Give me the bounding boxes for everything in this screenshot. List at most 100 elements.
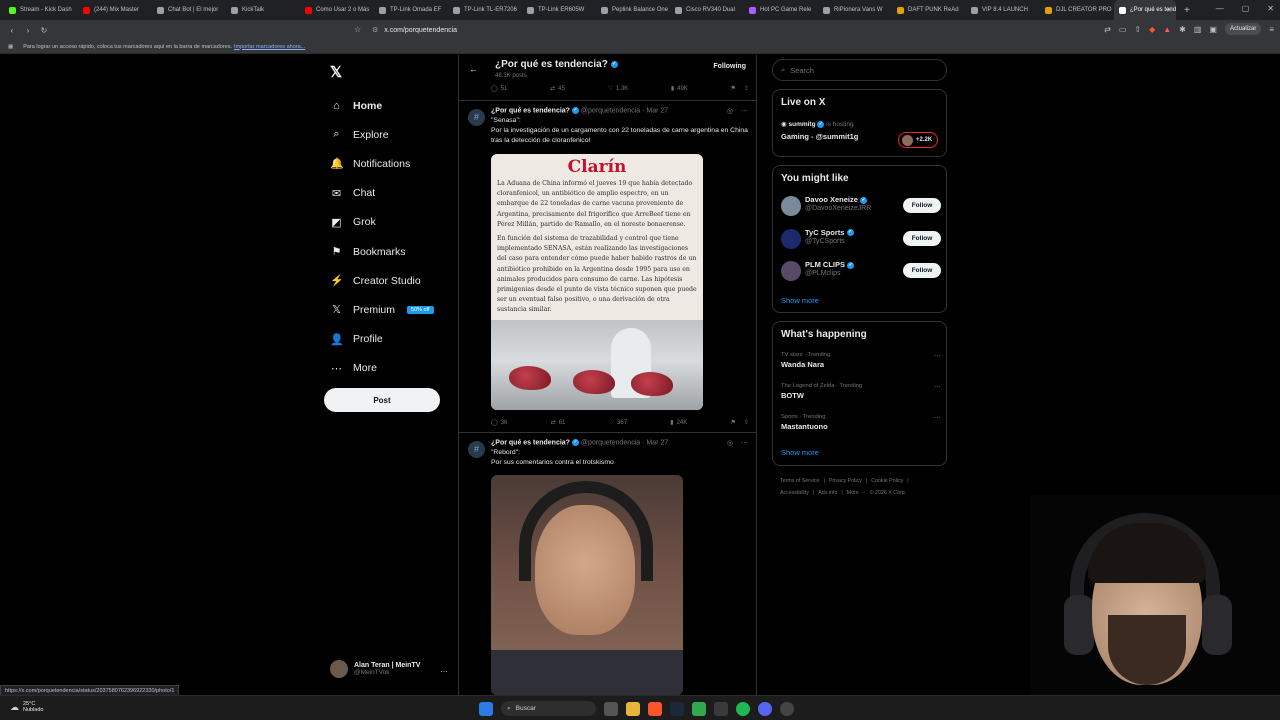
- bookmark-icon[interactable]: ⚑: [731, 85, 736, 92]
- sidebar-icon[interactable]: ▥: [1194, 25, 1202, 34]
- trend-item[interactable]: TV stars · Trending Wanda Nara ⋯: [781, 352, 941, 369]
- tweet-video[interactable]: [491, 475, 683, 695]
- browser-tab[interactable]: Stream - Kick Dash: [4, 0, 78, 20]
- file-explorer-icon[interactable]: [626, 701, 640, 716]
- browser-tab[interactable]: Cisco RV340 Dual: [670, 0, 744, 20]
- sheets-icon[interactable]: [692, 701, 706, 716]
- extensions-icon[interactable]: ✱: [1179, 25, 1186, 34]
- more-icon[interactable]: …: [440, 665, 448, 674]
- nav-item-explore[interactable]: ⌕ Explore: [330, 120, 434, 149]
- screen-icon[interactable]: ▭: [1119, 25, 1127, 34]
- tweet[interactable]: # ¿Por qué es tendencia? ✓ @porquetenden…: [459, 100, 756, 432]
- reload-icon[interactable]: ↻: [40, 26, 48, 35]
- footer-link[interactable]: © 2026 X Corp.: [870, 490, 907, 496]
- url-field[interactable]: ⚙ x.com/porquetendencia: [372, 24, 912, 36]
- update-button[interactable]: Actualizar: [1224, 23, 1262, 35]
- site-info-icon[interactable]: ⚙: [372, 26, 378, 34]
- browser-tab[interactable]: Hot PC Game Rele: [744, 0, 818, 20]
- nav-item-more[interactable]: ⋯ More: [330, 354, 434, 383]
- browser-tab[interactable]: DJL CREATOR PRO: [1040, 0, 1114, 20]
- close-tab-icon[interactable]: ✕: [1166, 6, 1172, 14]
- nav-item-home[interactable]: ⌂ Home: [330, 91, 434, 120]
- footer-link[interactable]: Accessibility: [780, 490, 809, 496]
- account-switcher[interactable]: Alan Teran | MeinTV @MeinTVok …: [330, 660, 450, 678]
- trend-item[interactable]: The Legend of Zelda · Trending BOTW ⋯: [781, 383, 941, 400]
- search-input[interactable]: ⌕ Search: [772, 59, 947, 81]
- repost-button[interactable]: ⇄ 45: [550, 85, 565, 93]
- browser-tab[interactable]: RiPionera Vans W: [818, 0, 892, 20]
- trend-item[interactable]: Sports · Trending Mastantuono ⋯: [781, 414, 941, 431]
- live-host[interactable]: ◉ summitg ✓ is hosting: [781, 120, 854, 128]
- forward-icon[interactable]: ›: [24, 26, 32, 35]
- tweet-image[interactable]: Clarín La Aduana de China informó el jue…: [491, 154, 703, 410]
- steam-icon[interactable]: [670, 701, 684, 716]
- suggested-user[interactable]: TyC Sports ✓ @TyCSports Follow: [781, 227, 941, 251]
- wallet-icon[interactable]: ▣: [1209, 25, 1217, 34]
- reply-button[interactable]: ◯ 36: [491, 419, 507, 427]
- brave-browser-icon[interactable]: [648, 701, 662, 716]
- translate-icon[interactable]: ⇄: [1104, 25, 1111, 34]
- weather-widget[interactable]: ☁ 25°C Nublado: [10, 701, 44, 713]
- new-tab-button[interactable]: +: [1184, 5, 1190, 16]
- bookmark-star-icon[interactable]: ☆: [354, 25, 361, 34]
- tweet-more-icon[interactable]: ⋯: [741, 439, 748, 447]
- post-button[interactable]: Post: [324, 388, 440, 412]
- windows-start-icon[interactable]: [479, 701, 493, 716]
- author-name[interactable]: ¿Por qué es tendencia?: [491, 107, 570, 114]
- maximize-button[interactable]: ▢: [1242, 4, 1250, 13]
- nav-item-bookmarks[interactable]: ⚑ Bookmarks: [330, 237, 434, 266]
- obs-icon[interactable]: [780, 701, 794, 716]
- trend-more-icon[interactable]: ⋯: [934, 352, 941, 360]
- suggested-user[interactable]: Davoo Xeneize ✓ @DavooXeneizeJRR Follow: [781, 194, 941, 218]
- following-button[interactable]: Following: [713, 63, 746, 70]
- footer-link[interactable]: More ···: [847, 490, 866, 496]
- footer-link[interactable]: Terms of Service: [780, 478, 819, 484]
- browser-tab[interactable]: Peplink Balance One: [596, 0, 670, 20]
- back-arrow-icon[interactable]: ←: [469, 64, 478, 74]
- browser-tab[interactable]: (244) Mix Master: [78, 0, 152, 20]
- nav-item-creator-studio[interactable]: ⚡ Creator Studio: [330, 266, 434, 295]
- views-button[interactable]: ▮ 24K: [670, 419, 687, 427]
- browser-tab[interactable]: ¿Por qué es tend ✕: [1114, 0, 1176, 20]
- taskbar-search[interactable]: ⌕ Buscar: [501, 701, 596, 716]
- reply-button[interactable]: ◯ 51: [491, 85, 507, 93]
- bookmark-icon[interactable]: ⚑: [731, 419, 736, 426]
- trend-more-icon[interactable]: ⋯: [934, 383, 941, 391]
- author-name[interactable]: ¿Por qué es tendencia?: [491, 439, 570, 446]
- footer-link[interactable]: Privacy Policy: [829, 478, 862, 484]
- share-icon[interactable]: ⇪: [744, 419, 749, 426]
- app-icon[interactable]: [714, 701, 728, 716]
- live-space-title[interactable]: Gaming - @summit1g: [781, 132, 858, 141]
- nav-item-premium[interactable]: 𝕏 Premium 50% off: [330, 295, 434, 324]
- share-icon[interactable]: ⇪: [744, 85, 749, 92]
- like-button[interactable]: ♡ 367: [609, 419, 627, 427]
- follow-button[interactable]: Follow: [903, 263, 941, 278]
- minimize-button[interactable]: —: [1216, 4, 1224, 13]
- repost-button[interactable]: ⇄ 61: [551, 419, 566, 427]
- show-more-link[interactable]: Show more: [781, 448, 819, 457]
- tweet-avatar[interactable]: #: [468, 109, 485, 126]
- close-window-button[interactable]: ✕: [1267, 4, 1274, 13]
- footer-link[interactable]: Ads info: [818, 490, 837, 496]
- trend-more-icon[interactable]: ⋯: [934, 414, 941, 422]
- alert-icon[interactable]: ▲: [1163, 25, 1171, 34]
- tweet[interactable]: # ¿Por qué es tendencia? ✓ @porquetenden…: [459, 432, 756, 695]
- nav-item-profile[interactable]: 👤 Profile: [330, 325, 434, 354]
- tweet-avatar[interactable]: #: [468, 441, 485, 458]
- suggested-user[interactable]: PLM CLIPS ✓ @PLMclips Follow: [781, 259, 941, 283]
- tweet-more-icon[interactable]: ⋯: [741, 107, 748, 115]
- browser-tab[interactable]: VIP 8.4 LAUNCH: [966, 0, 1040, 20]
- import-bookmarks-link[interactable]: Importar marcadores ahora...: [234, 44, 305, 50]
- brave-shield-icon[interactable]: ◆: [1149, 25, 1155, 34]
- grok-icon[interactable]: ◎: [727, 107, 733, 115]
- show-more-link[interactable]: Show more: [781, 296, 819, 305]
- views-button[interactable]: ▮ 49K: [671, 85, 688, 93]
- menu-icon[interactable]: ≡: [1269, 25, 1274, 34]
- browser-tab[interactable]: Chat Bot | El mejor: [152, 0, 226, 20]
- nav-item-notifications[interactable]: 🔔 Notifications: [330, 149, 434, 178]
- browser-tab[interactable]: Como Usar 2 o Más: [300, 0, 374, 20]
- apps-icon[interactable]: ▦: [8, 44, 13, 50]
- nav-item-grok[interactable]: ◩ Grok: [330, 208, 434, 237]
- browser-tab[interactable]: KickTalk: [226, 0, 300, 20]
- task-view-icon[interactable]: [604, 701, 618, 716]
